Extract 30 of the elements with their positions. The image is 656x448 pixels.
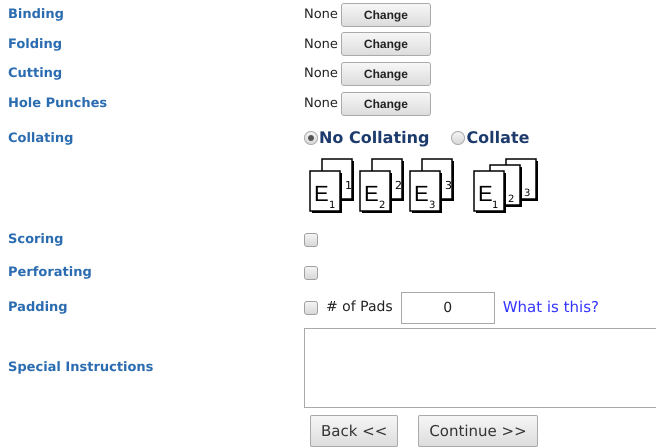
help-link[interactable]: What is this?: [502, 296, 599, 319]
option-value: None: [304, 36, 338, 54]
option-value: None: [304, 65, 338, 84]
option-label: Folding: [7, 36, 62, 54]
radio-label: Collate: [466, 127, 530, 150]
continue-button[interactable]: Continue >>: [418, 415, 538, 448]
checkbox[interactable]: [304, 266, 318, 280]
pads-label: # of Pads: [326, 298, 393, 318]
option-label: Special Instructions: [7, 358, 154, 377]
back-button[interactable]: Back <<: [310, 415, 398, 448]
option-label: Cutting: [7, 65, 62, 84]
option-label: Hole Punches: [7, 95, 108, 114]
option-value: None: [304, 6, 338, 24]
radio-label: No Collating: [319, 127, 430, 150]
checkbox[interactable]: [304, 232, 318, 247]
radio-button[interactable]: [451, 131, 466, 146]
option-label: Padding: [7, 298, 68, 317]
change-button[interactable]: Change: [340, 92, 431, 116]
option-value: None: [304, 95, 338, 114]
option-label: Scoring: [7, 231, 64, 250]
checkbox[interactable]: [304, 300, 318, 315]
option-label: Collating: [7, 131, 74, 146]
option-label: Binding: [7, 6, 64, 24]
special-instructions-field[interactable]: [304, 328, 656, 408]
change-button[interactable]: Change: [340, 32, 431, 56]
pads-field[interactable]: 0: [400, 292, 495, 324]
option-label: Perforating: [7, 264, 92, 282]
change-button[interactable]: Change: [340, 2, 431, 26]
radio-button[interactable]: [304, 131, 318, 146]
change-button[interactable]: Change: [340, 62, 431, 86]
